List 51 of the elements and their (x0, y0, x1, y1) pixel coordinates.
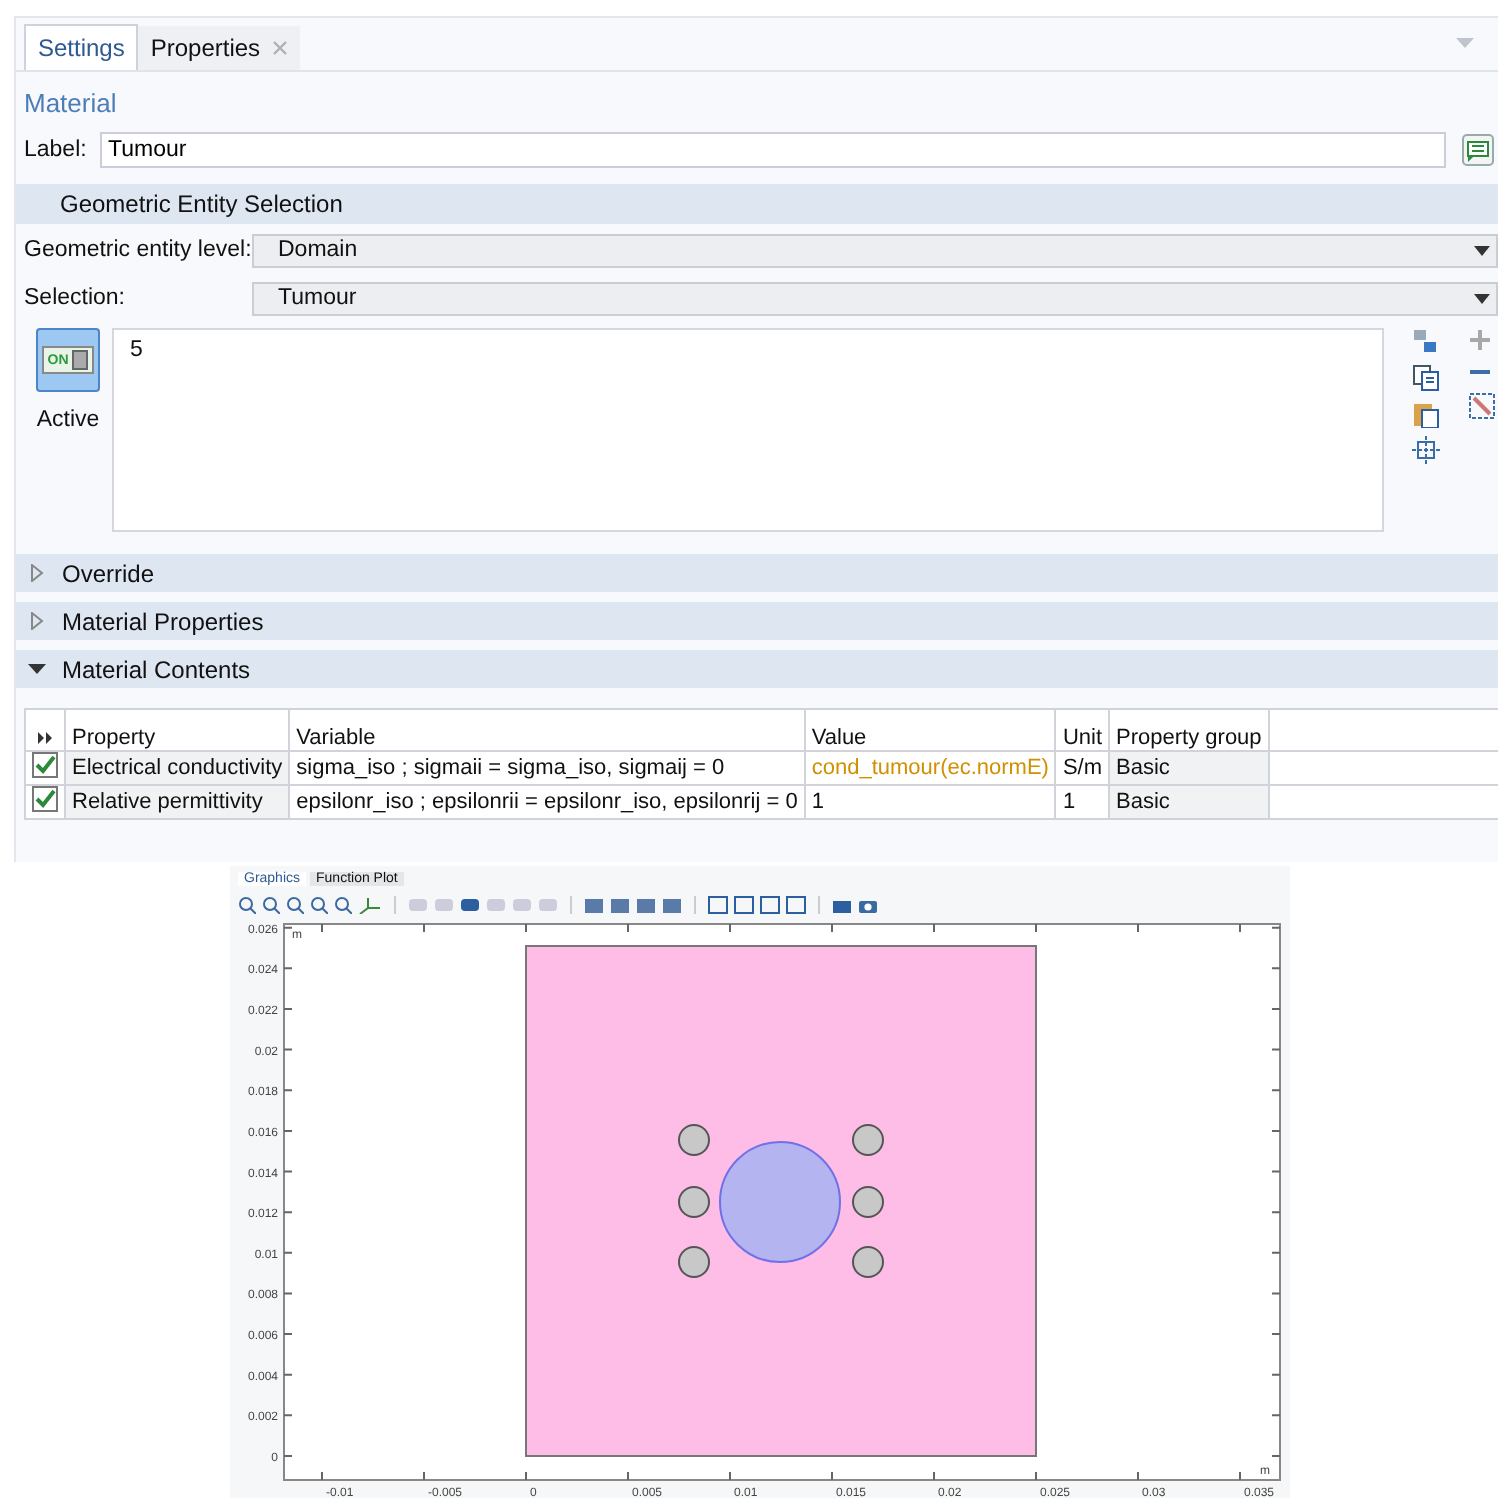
zoom-to-selection-icon[interactable] (1412, 436, 1440, 464)
section-title: Material Properties (62, 607, 264, 635)
section-header[interactable]: Geometric Entity Selection (16, 184, 1498, 224)
checkbox[interactable] (32, 786, 58, 812)
field-caption: Selection: (24, 286, 128, 310)
table-cell: sigma_iso ; sigmaii = sigma_iso, sigmaij = 0 (289, 751, 805, 785)
table-cell: cond_tumour(ec.normE) (804, 751, 1056, 785)
active-label: Active (36, 408, 100, 432)
dropdown[interactable]: Domain (252, 233, 1498, 267)
zoom-icon[interactable] (238, 895, 256, 913)
zoom-icon[interactable] (310, 895, 328, 913)
panel-title: Material (22, 86, 119, 122)
section-header[interactable]: Material Contents (16, 650, 1498, 688)
label-caption: Label: (24, 138, 89, 162)
section-title: Material Contents (62, 655, 251, 683)
tab[interactable]: Settings (24, 24, 139, 70)
zoom-icon[interactable] (334, 895, 352, 913)
table-cell: Electrical conductivity (65, 751, 290, 785)
copy-icon[interactable] (1412, 364, 1440, 392)
section-header[interactable]: Material Properties (16, 602, 1498, 640)
select-icon[interactable] (1412, 328, 1440, 356)
table-cell: epsilonr_iso ; epsilonrii = epsilonr_iso, epsilonrij = 0 (289, 785, 805, 819)
zoom-icon[interactable] (262, 895, 280, 913)
table-cell: Relative permittivity (65, 785, 290, 819)
checkbox[interactable] (32, 752, 58, 778)
list-item[interactable]: 5 (130, 338, 1366, 362)
dropdown-arrow-icon[interactable] (1474, 293, 1490, 303)
axes-icon[interactable] (358, 895, 382, 913)
section-header[interactable]: Override (16, 554, 1498, 592)
column-header[interactable]: Unit (1055, 709, 1110, 751)
dropdown-arrow-icon[interactable] (1474, 245, 1490, 255)
expand-columns-icon[interactable] (37, 732, 53, 744)
field-caption: Geometric entity level: (24, 238, 252, 262)
table-cell: Basic (1109, 751, 1269, 785)
print-icon[interactable] (832, 895, 852, 913)
table-cell: 1 (804, 785, 1056, 819)
dropdown[interactable]: Tumour (252, 281, 1498, 315)
table-cell: Basic (1109, 785, 1269, 819)
selection-list[interactable]: 5 (112, 328, 1384, 532)
section-title: Override (62, 559, 155, 587)
column-header[interactable]: Property (65, 709, 290, 751)
zoom-icon[interactable] (286, 895, 304, 913)
column-header[interactable]: Variable (289, 709, 805, 751)
camera-icon[interactable] (858, 895, 878, 913)
column-header[interactable]: Value (804, 709, 1056, 751)
tab[interactable]: Properties (138, 26, 301, 70)
selected-view-icon[interactable] (460, 895, 480, 913)
paste-icon[interactable] (1412, 400, 1440, 428)
clear-selection-icon[interactable] (1468, 392, 1496, 420)
comment-icon[interactable] (1462, 134, 1494, 166)
label-field[interactable]: Tumour (100, 132, 1446, 168)
